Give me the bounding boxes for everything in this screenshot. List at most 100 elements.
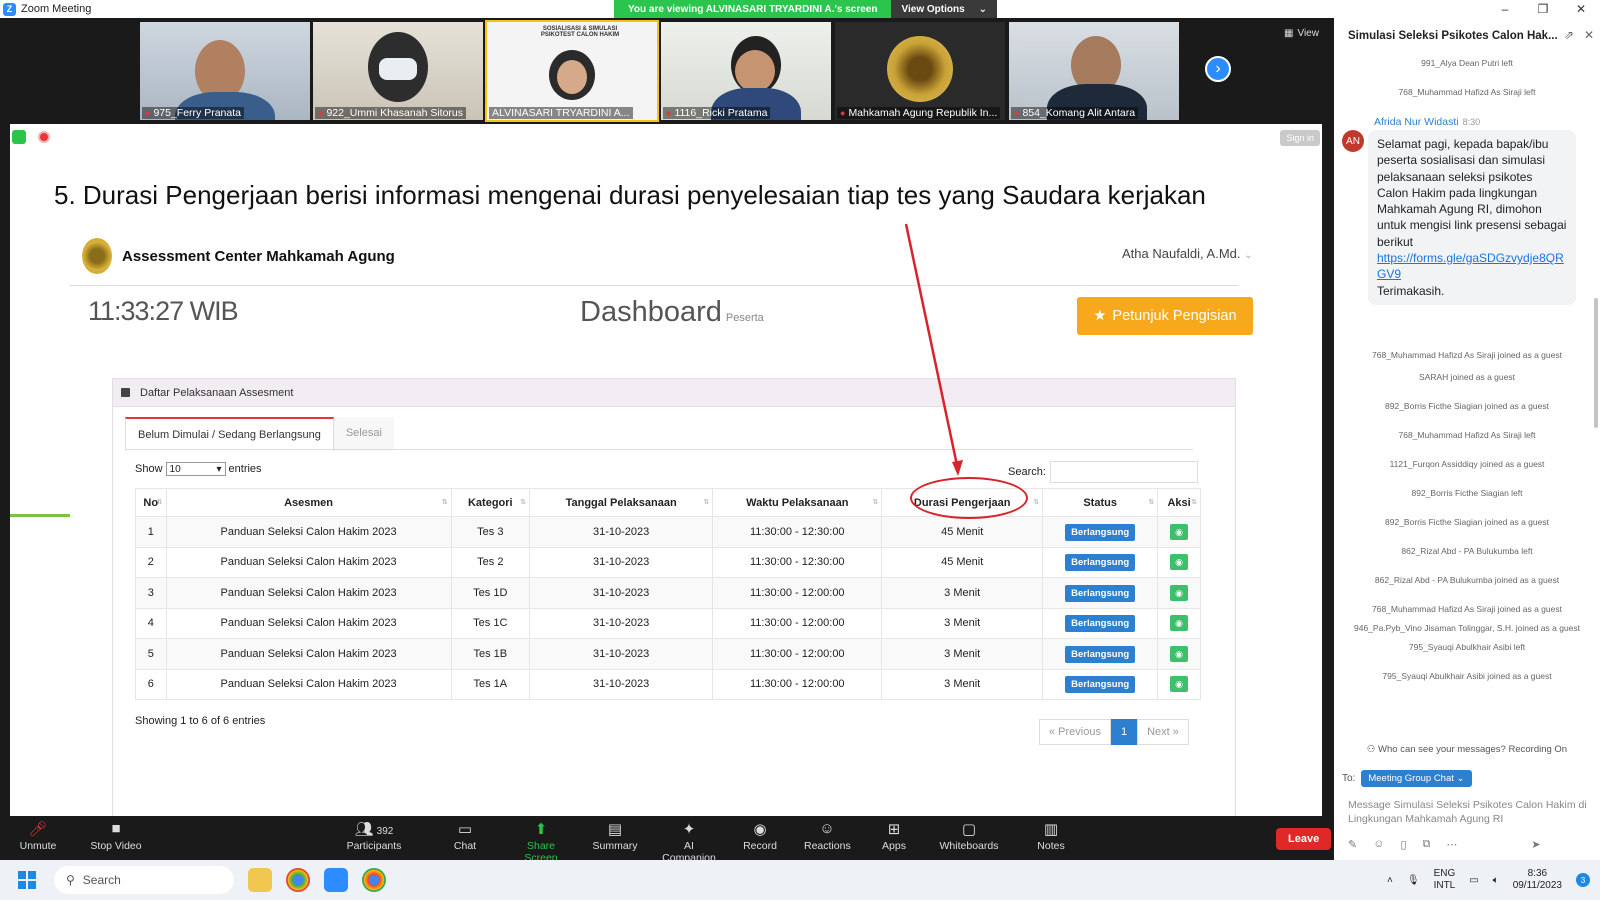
who-can-see-notice[interactable]: ⚇ Who can see your messages? Recording O… — [1334, 744, 1600, 755]
recipient-selector: To: Meeting Group Chat ⌄ — [1342, 770, 1472, 787]
next-page-button[interactable]: Next » — [1137, 719, 1189, 745]
maximize-button[interactable]: ❐ — [1524, 0, 1562, 18]
shield-icon[interactable] — [12, 130, 26, 144]
petunjuk-pengisian-button[interactable]: ★ Petunjuk Pengisian — [1077, 297, 1253, 335]
column-header[interactable]: Waktu Pelaksanaan ⇅ — [712, 488, 883, 517]
user-menu[interactable]: Atha Naufaldi, A.Md. ⌄ — [1122, 246, 1253, 261]
chrome-icon[interactable] — [362, 868, 386, 892]
table-cell: Panduan Seleksi Calon Hakim 2023 — [165, 607, 452, 639]
video-tile[interactable]: ● 975_Ferry Pranata — [140, 22, 310, 120]
participants-button[interactable]: 👥︎ 392 Participants — [344, 820, 404, 852]
table-cell: 31-10-2023 — [528, 638, 714, 670]
tab-belum-dimulai[interactable]: Belum Dimulai / Sedang Berlangsung — [125, 417, 334, 451]
emoji-icon[interactable]: ☺ — [1373, 838, 1384, 851]
more-icon[interactable]: ⋯ — [1446, 838, 1457, 851]
search-input[interactable] — [1049, 461, 1198, 483]
view-button[interactable]: ▦ View — [1284, 28, 1319, 39]
app-header: Assessment Center Mahkamah Agung — [82, 238, 395, 274]
status-cell: Berlangsung — [1042, 638, 1159, 670]
volume-icon[interactable]: 🔈︎ — [1493, 875, 1499, 886]
recording-icon[interactable] — [38, 131, 50, 143]
chat-scrollbar[interactable] — [1594, 298, 1598, 428]
table-row: 6 Panduan Seleksi Calon Hakim 2023 Tes 1A 3… — [135, 668, 1201, 700]
page-size-select[interactable]: 10 ▾ — [165, 462, 226, 476]
table-cell: 31-10-2023 — [528, 516, 714, 548]
tab-selesai[interactable]: Selesai — [333, 417, 394, 451]
view-eye-icon[interactable]: ◉ — [1170, 554, 1189, 571]
system-message: 795_Syauqi Abulkhair Asibi joined as a g… — [1382, 671, 1552, 681]
summary-button[interactable]: ▤ Summary — [592, 820, 638, 852]
close-icon[interactable]: ✕ — [1584, 28, 1594, 42]
sign-in-button[interactable]: Sign in — [1280, 130, 1320, 146]
microphone-icon[interactable]: 🎙︎ — [1407, 875, 1420, 886]
reactions-button[interactable]: ☺ Reactions — [804, 820, 851, 852]
page-subtitle: Peserta — [725, 312, 764, 324]
table-cell: Tes 2 — [450, 546, 531, 578]
apps-icon: ⊞ — [887, 821, 901, 838]
view-eye-icon[interactable]: ◉ — [1170, 615, 1189, 632]
column-header[interactable]: Asesmen ⇅ — [165, 488, 452, 517]
table-cell: 11:30:00 - 12:00:00 — [712, 638, 883, 670]
view-eye-icon[interactable]: ◉ — [1170, 523, 1189, 540]
format-icon[interactable]: ✎ — [1348, 838, 1357, 851]
network-icon[interactable]: ▭ — [1469, 875, 1478, 886]
minimize-button[interactable]: – — [1486, 0, 1524, 18]
page-button[interactable]: 1 — [1110, 719, 1138, 745]
table-row: 5 Panduan Seleksi Calon Hakim 2023 Tes 1B 3… — [135, 638, 1201, 670]
apps-button[interactable]: ⊞ Apps — [880, 820, 908, 852]
file-icon[interactable]: ▯ — [1400, 838, 1406, 851]
chrome-icon[interactable] — [286, 868, 310, 892]
message-input[interactable]: Message Simulasi Seleksi Psikotes Calon … — [1348, 798, 1588, 826]
view-eye-icon[interactable]: ◉ — [1170, 676, 1189, 693]
notification-badge[interactable]: 3 — [1576, 873, 1590, 887]
chat-bubble-icon: ▭ — [457, 821, 473, 838]
presensi-link[interactable]: https://forms.gle/gaSDGzvydje8QRGV9 — [1377, 251, 1564, 281]
file-explorer-icon[interactable] — [248, 868, 272, 892]
gallery-next-button[interactable]: › — [1205, 56, 1231, 82]
view-eye-icon[interactable]: ◉ — [1170, 584, 1189, 601]
unmute-button[interactable]: 🎤︎ Unmute — [18, 820, 58, 852]
notes-button[interactable]: ▥ Notes — [1036, 820, 1066, 852]
column-header[interactable]: Tanggal Pelaksanaan ⇅ — [528, 488, 714, 517]
column-header[interactable]: No ⇅ — [135, 488, 167, 517]
column-header[interactable]: Kategori ⇅ — [450, 488, 531, 517]
record-button[interactable]: ◉ Record — [742, 820, 778, 852]
zoom-app-icon[interactable] — [324, 868, 348, 892]
video-tile[interactable]: ● 854_Komang Alit Antara — [1009, 22, 1179, 120]
view-options-button[interactable]: View Options ⌄ — [891, 0, 998, 18]
ai-companion-button[interactable]: ✦ AI Companion — [656, 820, 722, 864]
chevron-up-icon[interactable]: ˄ — [1387, 875, 1393, 886]
column-header[interactable]: Aksi ⇅ — [1157, 488, 1201, 517]
send-icon[interactable]: ➤ — [1531, 838, 1540, 851]
previous-page-button[interactable]: « Previous — [1039, 719, 1111, 745]
clock[interactable]: 8:36 09/11/2023 — [1513, 868, 1562, 892]
popout-icon[interactable]: ⇗ — [1564, 28, 1574, 42]
system-message: 768_Muhammad Hafizd As Siraji joined as … — [1372, 350, 1562, 360]
stop-video-button[interactable]: ■ Stop Video — [88, 820, 144, 852]
recipient-dropdown[interactable]: Meeting Group Chat ⌄ — [1361, 770, 1472, 787]
whiteboards-button[interactable]: ▢ Whiteboards — [938, 820, 1000, 852]
view-eye-icon[interactable]: ◉ — [1170, 645, 1189, 662]
close-button[interactable]: ✕ — [1562, 0, 1600, 18]
column-header[interactable]: Status ⇅ — [1042, 488, 1159, 517]
screen-share-banner: You are viewing ALVINASARI TRYARDINI A.'… — [614, 0, 998, 18]
action-cell: ◉ — [1157, 607, 1201, 639]
share-screen-button[interactable]: ⬆ Share Screen — [510, 820, 572, 864]
taskbar-search[interactable]: ⚲ Search — [54, 866, 234, 894]
video-tile[interactable]: ● Mahkamah Agung Republik In... — [835, 22, 1005, 120]
video-tile[interactable]: ● 1116_Ricki Pratama — [661, 22, 831, 120]
chat-panel: Simulasi Seleksi Psikotes Calon Hak... ⇗… — [1334, 18, 1600, 860]
system-message: 892_Borris Ficthe Siagian joined as a gu… — [1385, 401, 1549, 411]
action-cell: ◉ — [1157, 668, 1201, 700]
video-camera-icon: ■ — [111, 820, 121, 837]
chat-button[interactable]: ▭ Chat — [450, 820, 480, 852]
leave-button[interactable]: Leave — [1276, 828, 1332, 850]
windows-start-icon[interactable] — [18, 871, 36, 889]
video-tile[interactable]: ● 922_Ummi Khasanah Sitorus — [313, 22, 483, 120]
star-icon: ★ — [1093, 308, 1107, 324]
screenshot-icon[interactable]: ⧉ — [1423, 838, 1431, 851]
language-indicator[interactable]: ENG INTL — [1434, 868, 1456, 892]
sparkle-icon: ✦ — [682, 821, 696, 838]
video-tile-active-speaker[interactable]: SOSIALISASI & SIMULASI PSIKOTEST CALON H… — [485, 20, 659, 122]
status-cell: Berlangsung — [1042, 577, 1159, 609]
